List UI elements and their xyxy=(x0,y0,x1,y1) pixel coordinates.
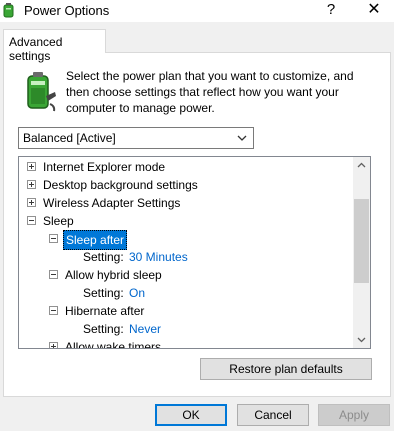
tree-item-label: Allow hybrid sleep xyxy=(65,268,162,282)
tab-advanced-settings[interactable]: Advanced settings xyxy=(3,29,106,63)
intro-text: Select the power plan that you want to c… xyxy=(66,69,354,115)
tree-item-label-selected: Sleep after xyxy=(63,230,128,250)
tree-item-label: Wireless Adapter Settings xyxy=(43,196,181,210)
battery-plug-icon xyxy=(3,3,14,18)
setting-label: Setting: xyxy=(83,286,124,300)
setting-value[interactable]: 30 Minutes xyxy=(129,248,188,266)
apply-button[interactable]: Apply xyxy=(318,404,390,426)
help-button[interactable]: ? xyxy=(320,0,342,20)
power-plan-dropdown[interactable]: Balanced [Active] xyxy=(18,127,254,149)
scroll-down-arrow-icon[interactable] xyxy=(353,331,370,348)
setting-label: Setting: xyxy=(83,250,124,264)
power-plan-value: Balanced [Active] xyxy=(23,131,116,145)
expand-icon[interactable] xyxy=(49,342,58,348)
power-battery-icon xyxy=(27,72,56,112)
collapse-icon[interactable] xyxy=(49,306,58,315)
collapse-icon[interactable] xyxy=(49,234,58,243)
close-button[interactable]: ✕ xyxy=(360,0,388,20)
tree-item-label: Hibernate after xyxy=(65,304,145,318)
title-bar: Power Options ? ✕ xyxy=(0,0,394,22)
tab-label: Advanced settings xyxy=(9,35,63,63)
tree-item-label: Desktop background settings xyxy=(43,178,198,192)
tree-setting-hybrid-sleep[interactable]: Setting: On xyxy=(83,284,145,302)
setting-value[interactable]: Never xyxy=(129,320,161,338)
restore-plan-defaults-button[interactable]: Restore plan defaults xyxy=(200,358,372,380)
tree-setting-hibernate-after[interactable]: Setting: Never xyxy=(83,320,161,338)
tree-item-label: Internet Explorer mode xyxy=(43,160,166,174)
expand-icon[interactable] xyxy=(27,180,36,189)
tree-item-label: Allow wake timers xyxy=(65,340,162,348)
window-title: Power Options xyxy=(24,3,110,18)
ok-button[interactable]: OK xyxy=(155,404,227,426)
expand-icon[interactable] xyxy=(27,162,36,171)
collapse-icon[interactable] xyxy=(27,216,36,225)
expand-icon[interactable] xyxy=(27,198,36,207)
scroll-thumb[interactable] xyxy=(354,199,369,283)
setting-value[interactable]: On xyxy=(129,284,145,302)
cancel-button[interactable]: Cancel xyxy=(237,404,309,426)
chevron-down-icon xyxy=(237,135,247,141)
tree-content: Internet Explorer mode Desktop backgroun… xyxy=(19,157,354,348)
settings-tree[interactable]: Internet Explorer mode Desktop backgroun… xyxy=(18,156,371,349)
tree-scrollbar[interactable] xyxy=(353,157,370,348)
scroll-up-arrow-icon[interactable] xyxy=(353,157,370,174)
tree-item-label: Sleep xyxy=(43,214,74,228)
setting-label: Setting: xyxy=(83,322,124,336)
collapse-icon[interactable] xyxy=(49,270,58,279)
tree-setting-sleep-after[interactable]: Setting: 30 Minutes xyxy=(83,248,188,266)
